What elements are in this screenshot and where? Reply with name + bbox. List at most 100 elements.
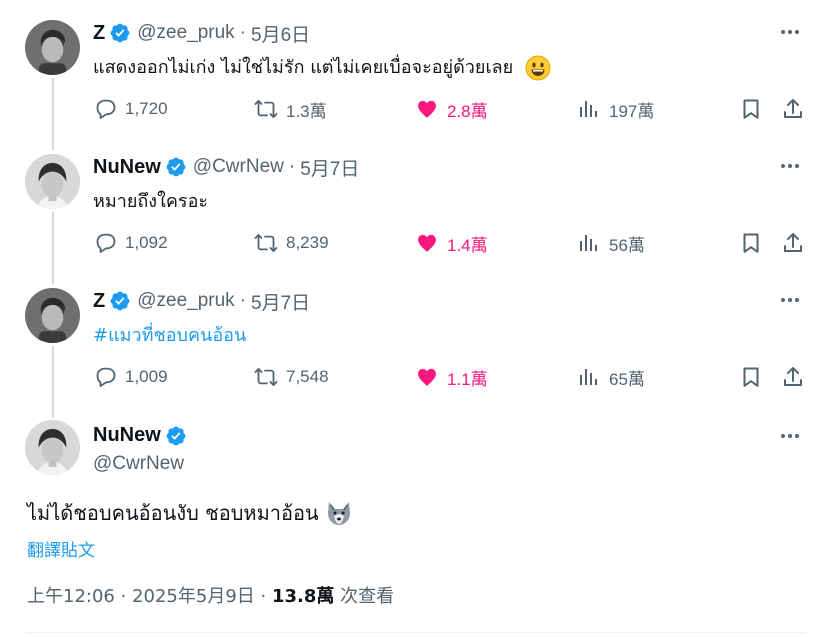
hashtag-link[interactable]: #แมวที่ชอบคนอ้อน	[93, 325, 246, 346]
tweet-text-content: ไม่ได้ชอบคนอ้อนงับ ชอบหมาอ้อน	[27, 501, 319, 525]
bookmark-button[interactable]	[739, 363, 771, 391]
post-date[interactable]: 2025年5月9日	[132, 586, 255, 607]
retweet-button[interactable]: 1.3萬	[254, 95, 327, 123]
share-icon	[781, 97, 805, 121]
conversation-thread: Z @zee_pruk · 5月6日 แสดงออกไม่เก่ง ไม่ใช่…	[0, 0, 832, 637]
display-name[interactable]: Z	[93, 290, 105, 313]
bookmark-button[interactable]	[739, 229, 771, 257]
verified-badge-icon	[165, 425, 187, 447]
tweet-text: หมายถึงใครอะ	[93, 186, 208, 215]
more-options-icon[interactable]	[778, 292, 802, 308]
retweet-count: 7,548	[286, 367, 329, 386]
views-count: 65萬	[609, 369, 645, 389]
tweet-metadata: 上午12:06 · 2025年5月9日 · 13.8萬 次查看	[27, 582, 394, 608]
tweet-actions: 1,092 8,239 1.4萬 56萬	[93, 229, 805, 257]
verified-badge-icon	[165, 156, 187, 178]
tweet-text-content: หมายถึงใครอะ	[93, 191, 209, 212]
reply-icon	[93, 231, 117, 255]
user-handle[interactable]: @CwrNew	[93, 453, 184, 475]
retweet-icon	[254, 231, 278, 255]
bookmark-icon	[739, 365, 763, 389]
tweet-actions: 1,009 7,548 1.1萬 65萬	[93, 363, 805, 391]
tweet-header: NuNew @CwrNew · 5月7日	[93, 154, 359, 180]
tweet-header: Z @zee_pruk · 5月6日	[93, 20, 310, 46]
thread-tweet[interactable]: Z @zee_pruk · 5月6日 แสดงออกไม่เก่ง ไม่ใช่…	[0, 0, 832, 150]
tweet-text-content: แสดงออกไม่เก่ง ไม่ใช่ไม่รัก แต่ไม่เคยเบื…	[93, 57, 514, 78]
divider	[27, 632, 805, 633]
reply-button[interactable]: 1,720	[93, 95, 168, 123]
tweet-date[interactable]: 5月7日	[251, 288, 310, 315]
share-icon	[781, 365, 805, 389]
more-options-icon[interactable]	[778, 24, 802, 40]
reply-count: 1,720	[125, 99, 168, 118]
tweet-text: #แมวที่ชอบคนอ้อน	[93, 320, 246, 349]
avatar[interactable]	[25, 154, 80, 209]
bookmark-icon	[739, 97, 763, 121]
views-label: 次查看	[340, 586, 395, 607]
like-button[interactable]: 2.8萬	[415, 95, 488, 123]
verified-badge-icon	[109, 22, 131, 44]
bookmark-button[interactable]	[739, 95, 771, 123]
like-button[interactable]: 1.4萬	[415, 229, 488, 257]
thread-tweet[interactable]: Z @zee_pruk · 5月7日 #แมวที่ชอบคนอ้อน 1,00…	[0, 268, 832, 418]
avatar[interactable]	[25, 20, 80, 75]
like-button[interactable]: 1.1萬	[415, 363, 488, 391]
views-button[interactable]: 197萬	[577, 95, 654, 123]
views-chart-icon	[577, 231, 601, 255]
reply-icon	[93, 365, 117, 389]
tweet-date[interactable]: 5月7日	[300, 154, 359, 181]
retweet-count: 1.3萬	[286, 101, 327, 121]
more-options-icon[interactable]	[778, 158, 802, 174]
user-handle[interactable]: @zee_pruk	[137, 22, 234, 44]
views-chart-icon	[577, 365, 601, 389]
heart-icon	[415, 365, 439, 389]
separator-dot: ·	[120, 586, 133, 607]
share-button[interactable]	[781, 229, 813, 257]
like-count: 2.8萬	[447, 101, 488, 121]
retweet-button[interactable]: 7,548	[254, 363, 329, 391]
like-count: 1.4萬	[447, 235, 488, 255]
reply-icon	[93, 97, 117, 121]
views-button[interactable]: 65萬	[577, 363, 645, 391]
thread-tweet[interactable]: NuNew @CwrNew · 5月7日 หมายถึงใครอะ 1,092 …	[0, 134, 832, 284]
user-handle[interactable]: @CwrNew	[193, 156, 284, 178]
avatar[interactable]	[25, 288, 80, 343]
views-button[interactable]: 56萬	[577, 229, 645, 257]
display-name[interactable]: NuNew	[93, 424, 161, 447]
heart-icon	[415, 231, 439, 255]
share-button[interactable]	[781, 95, 813, 123]
focused-tweet: NuNew @CwrNew ไม่ได้ชอบคนอ้อนงับ ชอบหมาอ…	[0, 402, 832, 637]
views-chart-icon	[577, 97, 601, 121]
reply-button[interactable]: 1,092	[93, 229, 168, 257]
post-time[interactable]: 上午12:06	[27, 586, 115, 607]
bookmark-icon	[739, 231, 763, 255]
separator-dot: ·	[260, 586, 272, 607]
views-count: 56萬	[609, 235, 645, 255]
tweet-header: Z @zee_pruk · 5月7日	[93, 288, 310, 314]
wolf-face-icon	[327, 502, 350, 525]
tweet-text: ไม่ได้ชอบคนอ้อนงับ ชอบหมาอ้อน	[27, 497, 353, 529]
views-total: 13.8萬	[271, 586, 335, 607]
tweet-author: NuNew	[93, 424, 193, 447]
retweet-count: 8,239	[286, 233, 329, 252]
verified-badge-icon	[109, 290, 131, 312]
display-name[interactable]: NuNew	[93, 156, 161, 179]
display-name[interactable]: Z	[93, 22, 105, 45]
retweet-icon	[254, 365, 278, 389]
translate-post-link[interactable]: 翻譯貼文	[27, 536, 95, 561]
reply-button[interactable]: 1,009	[93, 363, 168, 391]
user-handle[interactable]: @zee_pruk	[137, 290, 234, 312]
more-options-icon[interactable]	[778, 428, 802, 444]
reply-count: 1,092	[125, 233, 168, 252]
separator-dot: ·	[239, 290, 246, 311]
share-button[interactable]	[781, 363, 813, 391]
separator-dot: ·	[288, 156, 296, 177]
views-count: 197萬	[609, 101, 655, 121]
share-icon	[781, 231, 805, 255]
like-count: 1.1萬	[447, 369, 488, 389]
tweet-date[interactable]: 5月6日	[251, 20, 310, 47]
tweet-text: แสดงออกไม่เก่ง ไม่ใช่ไม่รัก แต่ไม่เคยเบื…	[93, 52, 551, 81]
avatar[interactable]	[25, 420, 80, 475]
retweet-button[interactable]: 8,239	[254, 229, 329, 257]
separator-dot: ·	[239, 22, 246, 43]
